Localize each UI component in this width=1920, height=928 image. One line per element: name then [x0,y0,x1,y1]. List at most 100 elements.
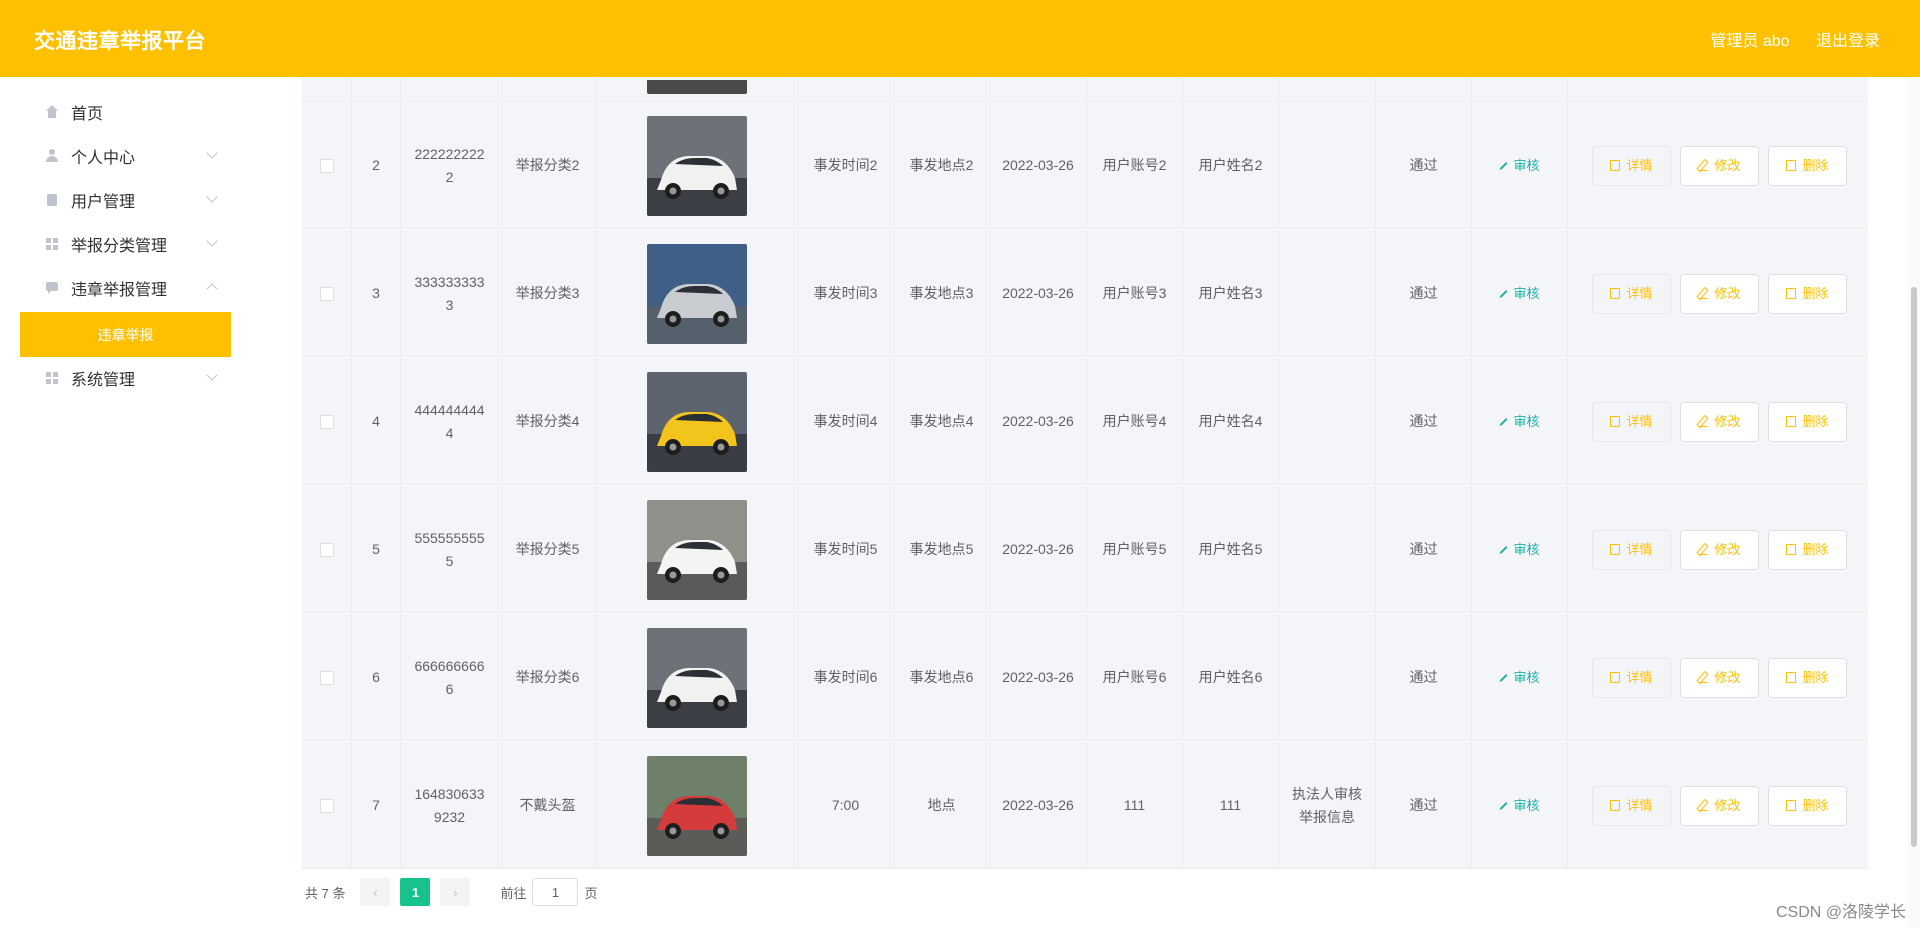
actions-cell: 详情 修改 删除 [1568,102,1868,229]
car-thumbnail[interactable] [647,115,747,216]
car-thumbnail[interactable] [647,755,747,856]
scrollbar-thumb[interactable] [1911,287,1917,847]
delete-button[interactable]: 删除 [1768,529,1847,570]
edit-button[interactable]: 修改 [1680,657,1759,698]
image-cell [597,742,798,869]
row-checkbox[interactable] [319,286,334,301]
detail-button[interactable]: 详情 [1592,657,1671,698]
audit-label: 审核 [1513,286,1540,301]
user-account: 用户账号6 [1102,669,1167,685]
sidebar-subitem-violation-report[interactable]: 违章举报 [20,312,231,357]
delete-button[interactable]: 删除 [1768,145,1847,186]
detail-button[interactable]: 详情 [1592,785,1671,826]
index-cell: 5 [352,486,401,613]
document-icon [1610,544,1621,555]
reply-cell [1279,102,1376,229]
incident-place: 事发地点2 [909,157,974,173]
audit-button[interactable]: 审核 [1499,282,1540,305]
place-cell: 事发地点4 [894,358,990,485]
user-account: 111 [1123,797,1146,813]
index-cell: 4 [352,358,401,485]
sidebar-item-label: 用户管理 [71,194,136,211]
detail-button[interactable]: 详情 [1592,529,1671,570]
time-cell: 事发时间4 [798,358,894,485]
row-checkbox[interactable] [319,158,334,173]
sidebar-item-label: 个人中心 [71,150,136,167]
report-category: 举报分类3 [515,285,580,301]
row-checkbox[interactable] [319,414,334,429]
document-icon [1610,416,1621,427]
car-thumbnail[interactable] [647,627,747,728]
trash-icon [1786,416,1797,427]
sidebar-item-system-management[interactable]: 系统管理 [20,356,230,400]
date-cell: 2022-03-26 [990,358,1087,485]
pencil-icon [1500,417,1508,426]
car-thumbnail[interactable] [647,371,747,472]
date-cell: 2022-03-26 [990,230,1087,357]
document-icon [1610,672,1621,683]
audit-button[interactable]: 审核 [1499,794,1540,817]
next-page-button[interactable]: › [440,878,471,906]
image-cell [597,230,798,357]
delete-label: 删除 [1802,798,1829,813]
audit-button[interactable]: 审核 [1499,666,1540,689]
reply-cell [1279,486,1376,613]
row-index: 2 [372,157,380,173]
row-checkbox[interactable] [319,542,334,557]
report-category: 举报分类2 [515,157,580,173]
edit-button[interactable]: 修改 [1680,401,1759,442]
scrollbar[interactable] [1908,77,1920,928]
car-thumbnail [647,79,747,94]
number-cell: 5555555555 [401,486,499,613]
delete-label: 删除 [1802,670,1829,685]
account-cell: 用户账号3 [1087,230,1183,357]
user-account: 用户账号3 [1102,285,1167,301]
prev-page-button[interactable]: ‹ [360,878,391,906]
audit-reply: 执法人审核举报信息 [1292,785,1362,825]
row-checkbox[interactable] [319,798,334,813]
goto-page-input[interactable]: 1 [532,878,579,906]
logout-link[interactable]: 退出登录 [1816,33,1880,50]
row-checkbox[interactable] [319,670,334,685]
car-thumbnail[interactable] [647,243,747,344]
place-cell: 事发地点3 [894,230,990,357]
sidebar-item-personal-center[interactable]: 个人中心 [20,134,230,178]
edit-button[interactable]: 修改 [1680,273,1759,314]
reply-cell [1279,230,1376,357]
delete-button[interactable]: 删除 [1768,401,1847,442]
chevron-up-icon [206,283,218,295]
pencil-icon [1500,289,1508,298]
delete-label: 删除 [1802,542,1829,557]
delete-button[interactable]: 删除 [1768,657,1847,698]
incident-place: 事发地点6 [909,669,974,685]
audit-cell: 审核 [1472,358,1568,485]
car-thumbnail[interactable] [647,499,747,600]
sidebar-item-home[interactable]: 首页 [20,90,230,134]
sidebar-item-category-management[interactable]: 举报分类管理 [20,222,230,266]
audit-status: 通过 [1409,413,1438,429]
page-1-button[interactable]: 1 [400,878,431,906]
audit-button[interactable]: 审核 [1499,410,1540,433]
delete-button[interactable]: 删除 [1768,785,1847,826]
edit-icon [1698,160,1709,171]
detail-button[interactable]: 详情 [1592,145,1671,186]
reply-cell: 执法人审核举报信息 [1279,742,1376,869]
name-cell: 用户姓名2 [1183,102,1279,229]
admin-label[interactable]: 管理员 abo [1710,33,1789,50]
sidebar-item-violation-management[interactable]: 违章举报管理 [20,266,230,310]
reply-cell [1279,358,1376,485]
place-cell: 事发地点2 [894,102,990,229]
edit-button[interactable]: 修改 [1680,529,1759,570]
sidebar-item-user-management[interactable]: 用户管理 [20,178,230,222]
edit-button[interactable]: 修改 [1680,785,1759,826]
detail-button[interactable]: 详情 [1592,401,1671,442]
category-cell: 举报分类3 [499,230,597,357]
audit-status: 通过 [1409,669,1438,685]
app-title: 交通违章举报平台 [34,30,206,53]
audit-button[interactable]: 审核 [1499,538,1540,561]
detail-button[interactable]: 详情 [1592,273,1671,314]
delete-button[interactable]: 删除 [1768,273,1847,314]
edit-button[interactable]: 修改 [1680,145,1759,186]
audit-button[interactable]: 审核 [1499,154,1540,177]
category-cell: 举报分类6 [499,614,597,741]
